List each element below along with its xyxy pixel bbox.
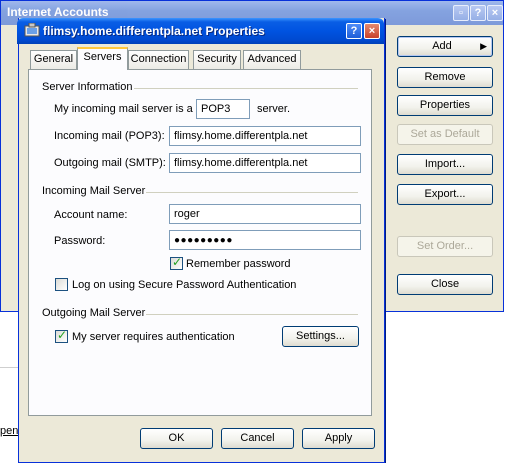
account-name-field[interactable]: roger	[169, 204, 361, 224]
add-button[interactable]: Add ▶	[397, 36, 493, 57]
import-button[interactable]: Import...	[397, 154, 493, 175]
window-title: Internet Accounts	[7, 5, 109, 19]
dialog-help-icon[interactable]: ?	[346, 23, 362, 39]
mail-account-icon	[24, 22, 40, 38]
ok-button[interactable]: OK	[140, 428, 213, 449]
tab-general[interactable]: General	[30, 50, 77, 69]
remember-password-checkbox[interactable]: ✓	[170, 255, 183, 270]
apply-button[interactable]: Apply	[302, 428, 375, 449]
add-label: Add	[432, 40, 452, 52]
account-name-label: Account name:	[54, 209, 128, 221]
password-field[interactable]: ●●●●●●●●●	[169, 230, 361, 250]
background-divider	[0, 367, 18, 368]
properties-button[interactable]: Properties	[397, 95, 493, 116]
dialog-title: flimsy.home.differentpla.net Properties	[43, 24, 265, 38]
minimize-icon[interactable]: ▫	[453, 5, 469, 21]
settings-button[interactable]: Settings...	[282, 326, 359, 347]
requires-auth-checkbox[interactable]: ✓	[55, 328, 68, 343]
incoming-mail-server-heading: Incoming Mail Server	[42, 185, 146, 197]
outgoing-mail-label: Outgoing mail (SMTP):	[54, 157, 166, 169]
spa-checkbox[interactable]	[55, 278, 68, 291]
incoming-server-type-suffix: server.	[257, 103, 291, 115]
spa-label[interactable]: Log on using Secure Password Authenticat…	[72, 279, 296, 291]
tab-connection[interactable]: Connection	[128, 50, 189, 69]
submenu-arrow-icon: ▶	[480, 41, 487, 51]
remember-password-label[interactable]: Remember password	[186, 258, 291, 270]
remove-button[interactable]: Remove	[397, 67, 493, 88]
server-information-heading: Server Information	[42, 81, 133, 93]
set-order-button[interactable]: Set Order...	[397, 236, 493, 257]
help-icon[interactable]: ?	[470, 5, 486, 21]
close-icon[interactable]: ×	[487, 5, 503, 21]
checkmark-icon: ✓	[57, 328, 68, 342]
tab-advanced[interactable]: Advanced	[243, 50, 301, 69]
cancel-button[interactable]: Cancel	[221, 428, 294, 449]
checkmark-icon: ✓	[172, 255, 183, 269]
outgoing-mail-server-rule	[146, 314, 358, 315]
incoming-mail-label: Incoming mail (POP3):	[54, 130, 165, 142]
tab-security[interactable]: Security	[193, 50, 241, 69]
background-link-pen[interactable]: pen	[0, 425, 18, 437]
outgoing-mail-field[interactable]: flimsy.home.differentpla.net	[169, 153, 361, 173]
password-label: Password:	[54, 235, 106, 247]
set-as-default-button[interactable]: Set as Default	[397, 124, 493, 145]
server-information-rule	[134, 88, 358, 89]
requires-auth-label[interactable]: My server requires authentication	[72, 331, 235, 343]
close-button[interactable]: Close	[397, 274, 493, 295]
outgoing-mail-server-heading: Outgoing Mail Server	[42, 307, 146, 319]
incoming-server-type-prefix: My incoming mail server is a	[54, 103, 193, 115]
dialog-close-icon[interactable]: ×	[364, 23, 380, 39]
tab-servers[interactable]: Servers	[77, 47, 128, 70]
dialog-titlebar: flimsy.home.differentpla.net Properties	[17, 18, 384, 44]
export-button[interactable]: Export...	[397, 184, 493, 205]
incoming-mail-field[interactable]: flimsy.home.differentpla.net	[169, 126, 361, 146]
incoming-mail-server-rule	[146, 192, 358, 193]
server-type-field: POP3	[196, 99, 250, 119]
